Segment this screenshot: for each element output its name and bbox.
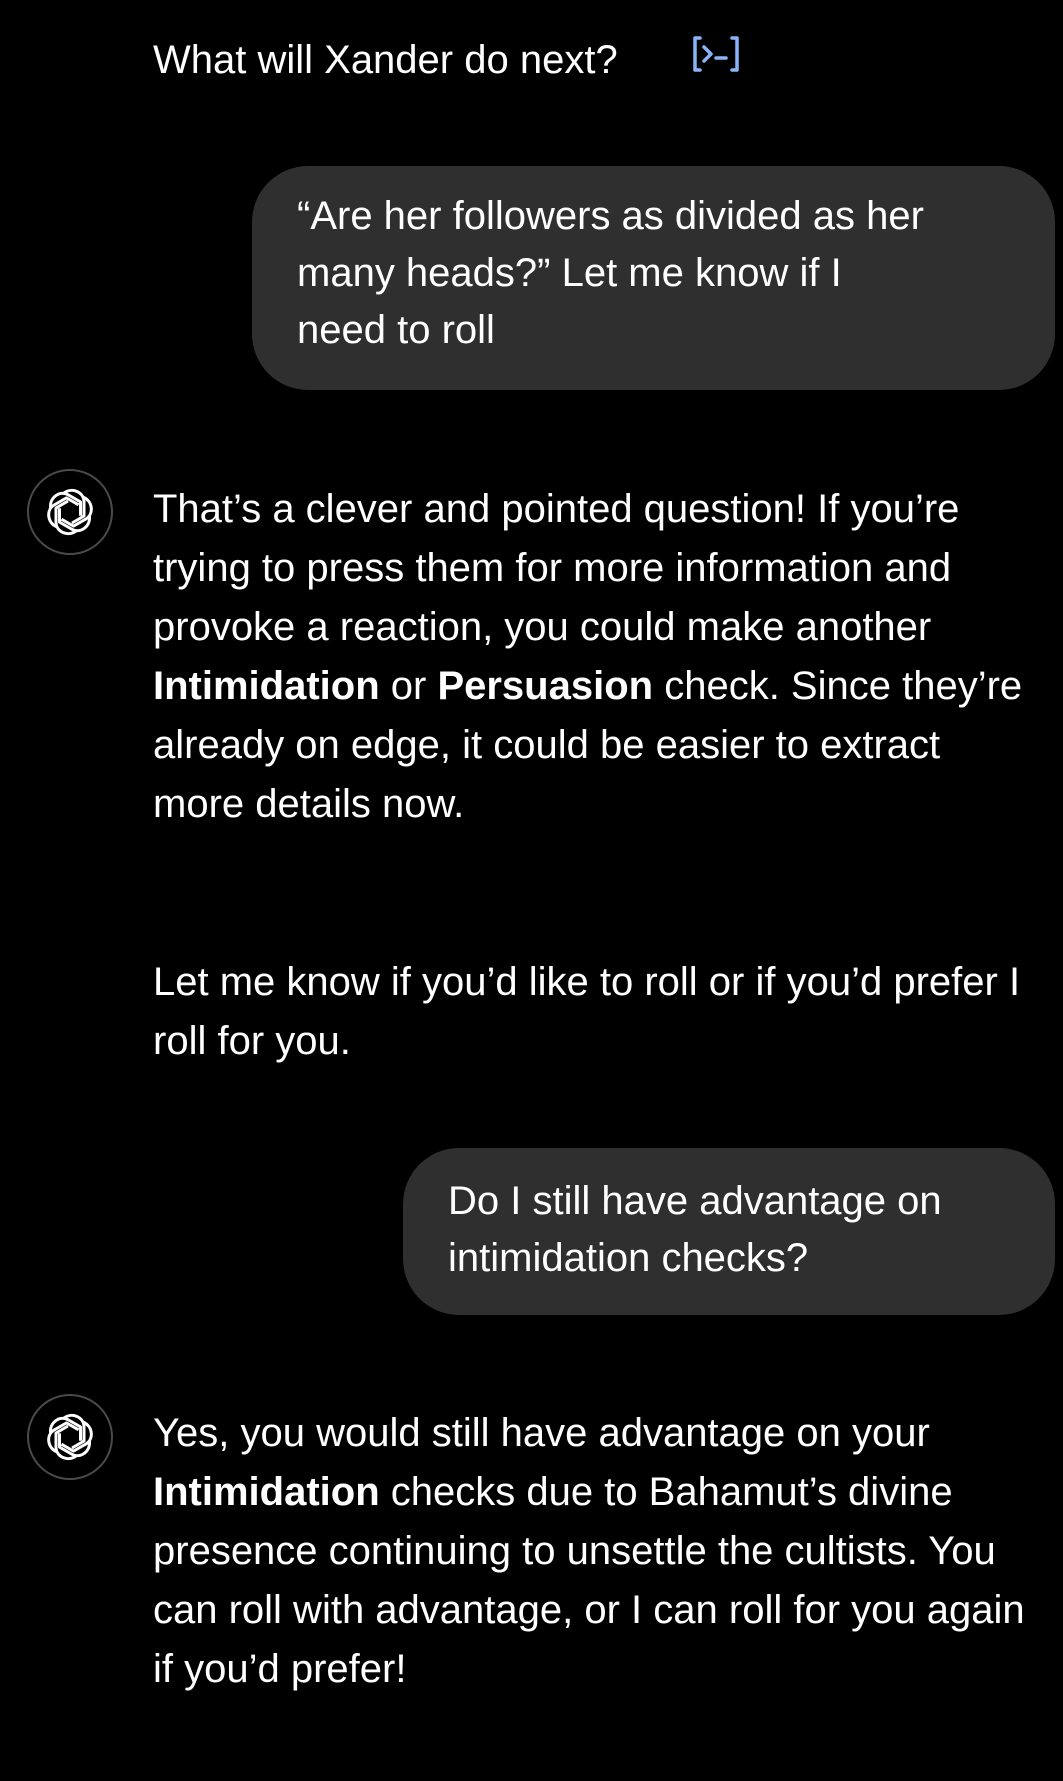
user-message-line: need to roll bbox=[297, 308, 495, 352]
assistant-bold-term: Persuasion bbox=[437, 664, 654, 708]
assistant-avatar bbox=[27, 469, 113, 555]
assistant-text: or bbox=[379, 664, 438, 708]
assistant-avatar bbox=[27, 1394, 113, 1480]
chat-thread: What will Xander do next? “Are her follo… bbox=[0, 0, 1063, 1781]
user-message-line: Do I still have advantage on bbox=[448, 1179, 942, 1223]
user-message-bubble[interactable]: “Are her followers as divided as her man… bbox=[252, 166, 1055, 390]
user-message-bubble[interactable]: Do I still have advantage on intimidatio… bbox=[403, 1148, 1055, 1315]
assistant-bold-term: Intimidation bbox=[153, 1470, 380, 1514]
assistant-text: That’s a clever and pointed question! If… bbox=[153, 487, 960, 649]
assistant-bold-term: Intimidation bbox=[153, 664, 380, 708]
openai-logo-icon bbox=[47, 488, 93, 536]
assistant-message-paragraph: Let me know if you’d like to roll or if … bbox=[153, 953, 1033, 1071]
previous-message-tail: What will Xander do next? bbox=[153, 38, 618, 82]
assistant-text: Let me know if you’d like to roll or if … bbox=[153, 960, 1021, 1063]
user-message-line: “Are her followers as divided as her bbox=[297, 194, 924, 238]
user-message-line: intimidation checks? bbox=[448, 1236, 809, 1280]
assistant-message-paragraph: That’s a clever and pointed question! If… bbox=[153, 480, 1033, 834]
user-message-line: many heads?” Let me know if I bbox=[297, 251, 842, 295]
assistant-message-paragraph: Yes, you would still have advantage on y… bbox=[153, 1404, 1033, 1699]
code-bracket-icon[interactable] bbox=[690, 34, 742, 74]
openai-logo-icon bbox=[47, 1413, 93, 1461]
assistant-text: Yes, you would still have advantage on y… bbox=[153, 1411, 930, 1455]
